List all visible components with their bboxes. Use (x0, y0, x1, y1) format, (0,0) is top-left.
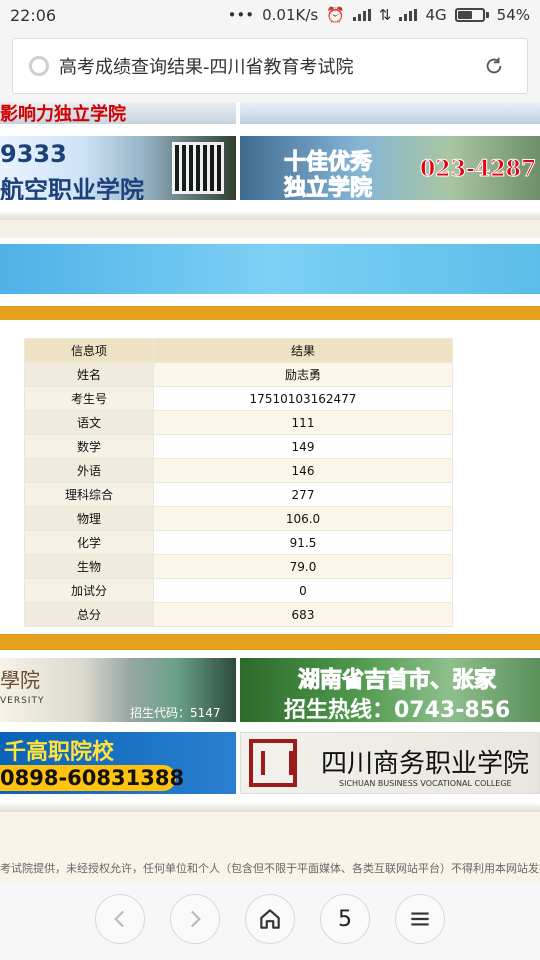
row-value: 106.0 (153, 506, 453, 531)
row-label: 总分 (24, 602, 154, 627)
data-transfer-icon: ⇅ (378, 6, 392, 24)
row-label: 加试分 (24, 578, 154, 603)
ad-hotline: 招生热线：0743-856 (284, 698, 511, 722)
qr-code-icon (172, 142, 224, 194)
divider (0, 210, 540, 220)
row-label: 考生号 (24, 386, 154, 411)
back-button[interactable] (95, 894, 145, 944)
results-section: 信息项 结果 姓名 励志勇 考生号 17510103162477 语文 111 数学 1… (0, 320, 540, 634)
battery-icon (454, 8, 489, 22)
ad-enrollment-code: 招生代码：5147 (130, 706, 221, 720)
ad-banner-top-ten-college[interactable]: 十佳优秀 独立学院 023-4287 (240, 136, 540, 200)
row-value: 683 (153, 602, 453, 627)
ad-banner-hunan[interactable]: 湖南省吉首市、张家 招生热线：0743-856 (240, 658, 540, 722)
row-value: 励志勇 (153, 362, 453, 387)
ad-banner-vocational[interactable]: 千高职院校 0898-60831388 (0, 732, 236, 794)
column-header-result: 结果 (153, 338, 453, 363)
tab-count: 5 (338, 906, 352, 932)
hamburger-menu-icon (411, 912, 429, 926)
status-bar: 22:06 ••• 0.01K/s ⏰ ⇅ 4G 54% (0, 0, 540, 30)
row-label: 外语 (24, 458, 154, 483)
tabs-button[interactable]: 5 (320, 894, 370, 944)
divider (0, 802, 540, 812)
ad-headline: 千高职院校 (4, 740, 115, 765)
ad-banner-top-left[interactable]: 影响力独立学院 (0, 102, 236, 124)
ad-banner-sichuan-business[interactable]: 四川商务职业学院 SICHUAN BUSINESS VOCATIONAL COL… (240, 732, 540, 794)
status-icons: ••• 0.01K/s ⏰ ⇅ 4G 54% (228, 6, 530, 24)
ad-english-text: VERSITY (0, 696, 45, 706)
row-label: 语文 (24, 410, 154, 435)
alarm-icon: ⏰ (326, 6, 345, 24)
row-label: 数学 (24, 434, 154, 459)
address-bar[interactable]: 高考成绩查询结果-四川省教育考试院 (12, 38, 528, 94)
table-row: 外语 146 (24, 458, 453, 483)
row-value: 149 (153, 434, 453, 459)
status-time: 22:06 (10, 5, 57, 25)
table-row: 数学 149 (24, 434, 453, 459)
ad-banner-university[interactable]: 學院 VERSITY 招生代码：5147 (0, 658, 236, 722)
college-emblem-icon (249, 739, 297, 787)
home-button[interactable] (245, 894, 295, 944)
row-label: 理科综合 (24, 482, 154, 507)
header-banner (0, 244, 540, 294)
browser-bottom-bar: 5 (0, 882, 540, 960)
row-value: 111 (153, 410, 453, 435)
table-row: 语文 111 (24, 410, 453, 435)
ad-location: 湖南省吉首市、张家 (297, 668, 497, 694)
ad-college-name: 四川商务职业学院 (321, 749, 530, 779)
ad-college-english-name: SICHUAN BUSINESS VOCATIONAL COLLEGE (339, 779, 512, 788)
row-value: 17510103162477 (153, 386, 453, 411)
home-icon (260, 909, 280, 929)
menu-button[interactable] (395, 894, 445, 944)
table-row: 理科综合 277 (24, 482, 453, 507)
row-label: 物理 (24, 506, 154, 531)
forward-button[interactable] (170, 894, 220, 944)
orange-divider (0, 634, 540, 650)
page-title: 高考成绩查询结果-四川省教育考试院 (59, 57, 354, 78)
network-speed: 0.01K/s (262, 6, 319, 24)
table-row: 物理 106.0 (24, 506, 453, 531)
row-label: 生物 (24, 554, 154, 579)
table-row: 生物 79.0 (24, 554, 453, 579)
page-content: 影响力独立学院 9333 航空职业学院 十佳优秀 独立学院 023-4287 信… (0, 102, 540, 882)
footer: 考试院提供，未经授权允许，任何单位和个人（包含但不限于平面媒体、各类互联网站平台… (0, 812, 540, 882)
chevron-right-icon (190, 910, 201, 928)
signal-icon-2 (399, 9, 418, 21)
signal-icon (352, 9, 371, 21)
ad-banner-aviation-college[interactable]: 9333 航空职业学院 (0, 136, 236, 200)
more-dots-icon: ••• (227, 6, 255, 24)
table-row: 总分 683 (24, 602, 453, 627)
ad-calligraphy: 學院 (0, 668, 40, 692)
orange-divider (0, 306, 540, 320)
row-value: 146 (153, 458, 453, 483)
column-header-item: 信息项 (24, 338, 154, 363)
table-row: 考生号 17510103162477 (24, 386, 453, 411)
ad-phone-fragment: 9333 (0, 140, 67, 168)
table-row: 姓名 励志勇 (24, 362, 453, 387)
copyright-note: 考试院提供，未经授权允许，任何单位和个人（包含但不限于平面媒体、各类互联网站平台… (0, 862, 540, 875)
results-table: 信息项 结果 姓名 励志勇 考生号 17510103162477 语文 111 数学 1… (24, 338, 453, 627)
table-row: 化学 91.5 (24, 530, 453, 555)
ad-text: 影响力独立学院 (0, 104, 126, 124)
ad-slogan-2: 独立学院 (283, 175, 373, 201)
row-value: 79.0 (153, 554, 453, 579)
site-icon (29, 56, 49, 76)
table-header-row: 信息项 结果 (24, 338, 453, 363)
ad-phone: 023-4287 (419, 156, 537, 183)
battery-percent: 54% (496, 6, 530, 24)
network-type: 4G (425, 6, 447, 24)
chevron-left-icon (114, 910, 125, 928)
ad-banner-top-right[interactable] (240, 102, 540, 124)
table-row: 加试分 0 (24, 578, 453, 603)
row-value: 277 (153, 482, 453, 507)
row-value: 0 (153, 578, 453, 603)
row-value: 91.5 (153, 530, 453, 555)
reload-icon[interactable] (483, 55, 505, 77)
ad-college-name: 航空职业学院 (0, 176, 144, 200)
browser-toolbar: 高考成绩查询结果-四川省教育考试院 (0, 30, 540, 102)
divider (0, 220, 540, 238)
row-label: 姓名 (24, 362, 154, 387)
row-label: 化学 (24, 530, 154, 555)
ad-phone: 0898-60831388 (0, 766, 185, 790)
